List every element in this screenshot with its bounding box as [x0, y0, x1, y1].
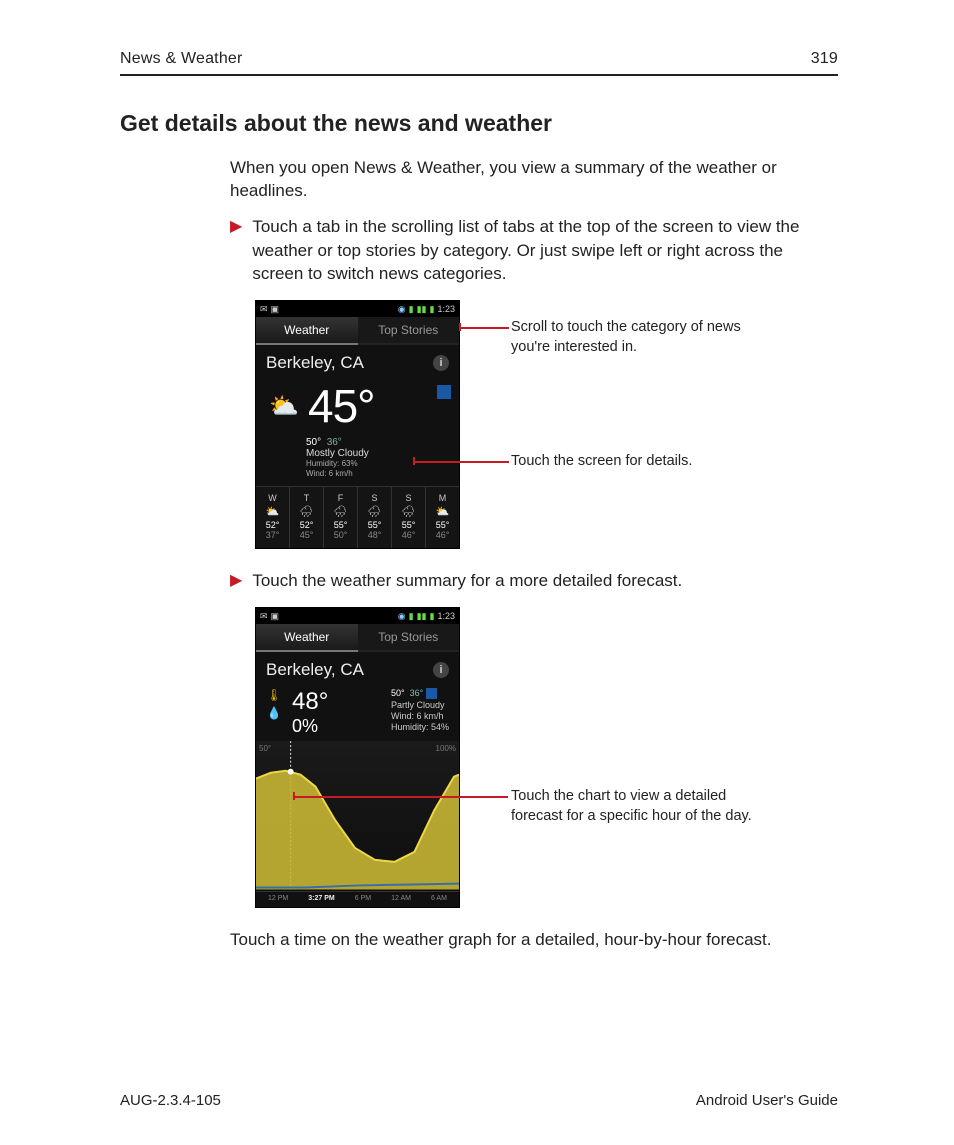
- signal-icon: ▮▮: [417, 304, 427, 315]
- closing-text: Touch a time on the weather graph for a …: [230, 928, 838, 952]
- app-icon: ▣: [271, 304, 280, 315]
- info-icon[interactable]: i: [433, 662, 449, 678]
- signal-icon: ▮▮: [417, 611, 427, 622]
- sync-icon: ◉: [398, 304, 406, 315]
- weather-channel-icon: [437, 385, 451, 399]
- time-tick[interactable]: 6 AM: [431, 895, 447, 902]
- detail-precip: 0%: [292, 716, 328, 737]
- forecast-day[interactable]: F🌧55°50°: [323, 487, 357, 548]
- tab-bar[interactable]: Weather Top Stories: [256, 317, 459, 345]
- battery-icon: ▮: [430, 304, 435, 315]
- tab-weather[interactable]: Weather: [256, 624, 358, 652]
- weather-summary[interactable]: ⛅ 45°: [256, 377, 459, 435]
- time-tick[interactable]: 12 AM: [391, 895, 411, 902]
- callout-tabs: Scroll to touch the category of news you…: [475, 318, 745, 357]
- detail-temp: 48°: [292, 688, 328, 716]
- raindrop-icon: 💧: [267, 706, 282, 720]
- tab-bar[interactable]: Weather Top Stories: [256, 624, 459, 652]
- tab-top-stories[interactable]: Top Stories: [358, 317, 460, 345]
- detail-wind: Wind: 6 km/h: [391, 711, 449, 722]
- section-title: Get details about the news and weather: [120, 110, 838, 137]
- header-rule: [120, 74, 838, 76]
- sync-icon: ◉: [398, 611, 406, 622]
- screenshot-block-2: ✉▣ ◉ ▮ ▮▮ ▮ 1:23 Weather Top Stories Ber…: [255, 607, 838, 908]
- thermometer-icon: 🌡: [266, 688, 281, 702]
- hourly-chart[interactable]: 50° 100%: [256, 741, 459, 891]
- intro-text: When you open News & Weather, you view a…: [230, 157, 838, 203]
- chart-timebar[interactable]: 12 PM 3:27 PM 6 PM 12 AM 6 AM: [256, 891, 459, 907]
- step-bullet-icon: ▶: [230, 216, 242, 238]
- forecast-day[interactable]: S🌧55°46°: [391, 487, 425, 548]
- time-tick[interactable]: 12 PM: [268, 895, 288, 902]
- high-temp: 50°: [306, 437, 321, 448]
- mail-icon: ✉: [260, 611, 268, 622]
- status-bar: ✉▣ ◉ ▮ ▮▮ ▮ 1:23: [256, 301, 459, 317]
- mail-icon: ✉: [260, 304, 268, 315]
- signal-icon: ▮: [409, 304, 414, 315]
- forecast-day[interactable]: T🌧52°45°: [289, 487, 323, 548]
- phone-screen-2: ✉▣ ◉ ▮ ▮▮ ▮ 1:23 Weather Top Stories Ber…: [255, 607, 460, 908]
- phone-screen-1: ✉▣ ◉ ▮ ▮▮ ▮ 1:23 Weather Top Stories Ber…: [255, 300, 460, 549]
- detail-humidity: Humidity: 54%: [391, 722, 449, 733]
- app-icon: ▣: [271, 611, 280, 622]
- callout-chart: Touch the chart to view a detailed forec…: [475, 787, 775, 826]
- footer-doc-title: Android User's Guide: [696, 1092, 838, 1109]
- detail-condition: Partly Cloudy: [391, 700, 449, 711]
- tab-weather[interactable]: Weather: [256, 317, 358, 345]
- forecast-day[interactable]: S🌧55°48°: [357, 487, 391, 548]
- info-icon[interactable]: i: [433, 355, 449, 371]
- step-text-2: Touch the weather summary for a more det…: [252, 569, 682, 593]
- status-bar: ✉▣ ◉ ▮ ▮▮ ▮ 1:23: [256, 608, 459, 624]
- step-text-1: Touch a tab in the scrolling list of tab…: [252, 215, 838, 286]
- weather-detail-row[interactable]: 🌡 💧 48° 0% 50° 36° Partly Cloudy Wind: 6…: [256, 684, 459, 741]
- time-tick[interactable]: 6 PM: [355, 895, 371, 902]
- tab-top-stories[interactable]: Top Stories: [358, 624, 460, 652]
- step-bullet-icon: ▶: [230, 570, 242, 592]
- location-label: Berkeley, CA: [266, 353, 364, 373]
- wind-text: Wind: 6 km/h: [306, 469, 459, 479]
- callout-details: Touch the screen for details.: [475, 452, 735, 472]
- status-time: 1:23: [437, 304, 455, 314]
- time-tick-now[interactable]: 3:27 PM: [308, 895, 334, 902]
- condition-text: Mostly Cloudy: [256, 448, 459, 459]
- header-page-number: 319: [811, 50, 838, 68]
- signal-icon: ▮: [409, 611, 414, 622]
- forecast-day[interactable]: W⛅52°37°: [256, 487, 289, 548]
- status-time: 1:23: [437, 611, 455, 621]
- low-temp: 36°: [327, 437, 342, 448]
- screenshot-block-1: ✉▣ ◉ ▮ ▮▮ ▮ 1:23 Weather Top Stories Ber…: [255, 300, 838, 549]
- weather-icon: ⛅: [266, 392, 302, 421]
- current-temp: 45°: [308, 379, 375, 433]
- forecast-day[interactable]: M⛅55°46°: [425, 487, 459, 548]
- location-label: Berkeley, CA: [266, 660, 364, 680]
- header-section: News & Weather: [120, 50, 243, 68]
- battery-icon: ▮: [430, 611, 435, 622]
- footer-doc-id: AUG-2.3.4-105: [120, 1092, 221, 1109]
- forecast-row[interactable]: W⛅52°37° T🌧52°45° F🌧55°50° S🌧55°48° S🌧55…: [256, 486, 459, 548]
